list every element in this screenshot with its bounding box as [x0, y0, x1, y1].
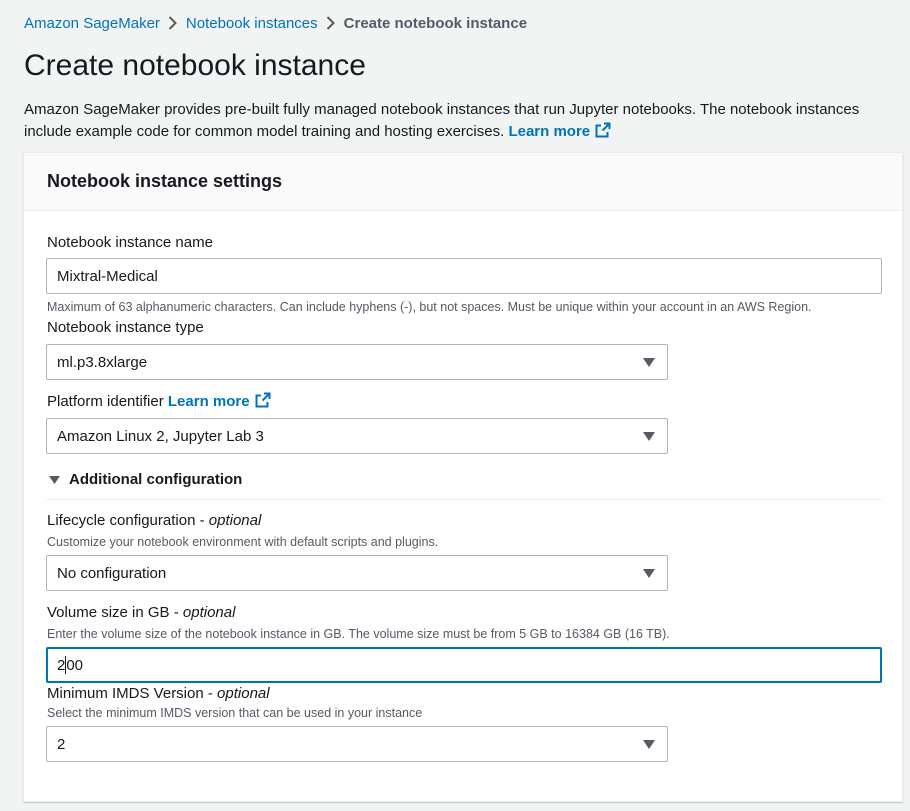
divider	[46, 499, 882, 500]
volume-size-label-text: Volume size in GB	[47, 604, 170, 621]
volume-size-hint: Enter the volume size of the notebook in…	[47, 627, 670, 641]
volume-size-input[interactable]: 2 00	[46, 647, 882, 683]
lifecycle-config-select[interactable]: No configuration	[46, 555, 668, 591]
breadcrumb-notebook-instances-link[interactable]: Notebook instances	[186, 15, 318, 32]
lifecycle-config-label: Lifecycle configuration - optional	[47, 512, 262, 529]
platform-identifier-label: Platform identifier Learn more	[47, 392, 271, 414]
caret-down-icon	[631, 739, 667, 749]
chevron-right-icon	[160, 16, 186, 30]
platform-identifier-text: Platform identifier	[47, 393, 164, 410]
platform-identifier-value: Amazon Linux 2, Jupyter Lab 3	[57, 427, 264, 445]
imds-version-hint: Select the minimum IMDS version that can…	[47, 706, 423, 720]
instance-type-label: Notebook instance type	[47, 319, 204, 336]
imds-version-label: Minimum IMDS Version - optional	[47, 685, 270, 702]
page-title: Create notebook instance	[24, 49, 366, 82]
chevron-right-icon	[318, 16, 344, 30]
optional-tag: optional	[182, 604, 236, 621]
optional-tag: optional	[217, 685, 270, 702]
learn-more-link[interactable]: Learn more	[508, 122, 611, 140]
volume-size-label: Volume size in GB - optional	[47, 604, 236, 621]
external-link-icon	[255, 392, 271, 414]
notebook-settings-panel: Notebook instance settings Notebook inst…	[23, 152, 903, 802]
caret-down-icon	[631, 357, 667, 367]
breadcrumb-sagemaker-link[interactable]: Amazon SageMaker	[24, 15, 160, 32]
instance-name-input[interactable]: Mixtral-Medical	[46, 258, 882, 294]
optional-tag: optional	[208, 512, 262, 529]
instance-type-select[interactable]: ml.p3.8xlarge	[46, 344, 668, 380]
breadcrumb-current: Create notebook instance	[343, 14, 528, 32]
platform-learn-more-label: Learn more	[167, 393, 250, 410]
caret-down-icon	[631, 431, 667, 441]
additional-configuration-label: Additional configuration	[69, 471, 243, 488]
volume-size-value-end: 00	[66, 656, 84, 674]
imds-version-select[interactable]: 2	[46, 726, 668, 762]
instance-type-value: ml.p3.8xlarge	[57, 353, 148, 371]
external-link-icon	[595, 122, 611, 145]
page-description-text: Amazon SageMaker provides pre-built full…	[24, 101, 860, 140]
instance-name-label: Notebook instance name	[47, 234, 213, 251]
page-description: Amazon SageMaker provides pre-built full…	[24, 99, 910, 145]
platform-identifier-select[interactable]: Amazon Linux 2, Jupyter Lab 3	[46, 418, 668, 454]
lifecycle-config-hint: Customize your notebook environment with…	[47, 535, 439, 549]
panel-title: Notebook instance settings	[24, 153, 902, 211]
instance-name-hint: Maximum of 63 alphanumeric characters. C…	[47, 300, 812, 314]
volume-size-value-start: 2	[57, 656, 66, 674]
lifecycle-config-label-text: Lifecycle configuration	[47, 512, 196, 529]
learn-more-label: Learn more	[508, 123, 591, 140]
caret-down-icon	[49, 475, 60, 484]
lifecycle-config-value: No configuration	[57, 564, 167, 582]
breadcrumb: Amazon SageMaker Notebook instances Crea…	[24, 13, 527, 33]
platform-learn-more-link[interactable]: Learn more	[167, 392, 271, 410]
imds-version-label-text: Minimum IMDS Version	[47, 685, 204, 702]
caret-down-icon	[631, 568, 667, 578]
additional-configuration-toggle[interactable]: Additional configuration	[49, 471, 242, 488]
imds-version-value: 2	[57, 735, 66, 753]
